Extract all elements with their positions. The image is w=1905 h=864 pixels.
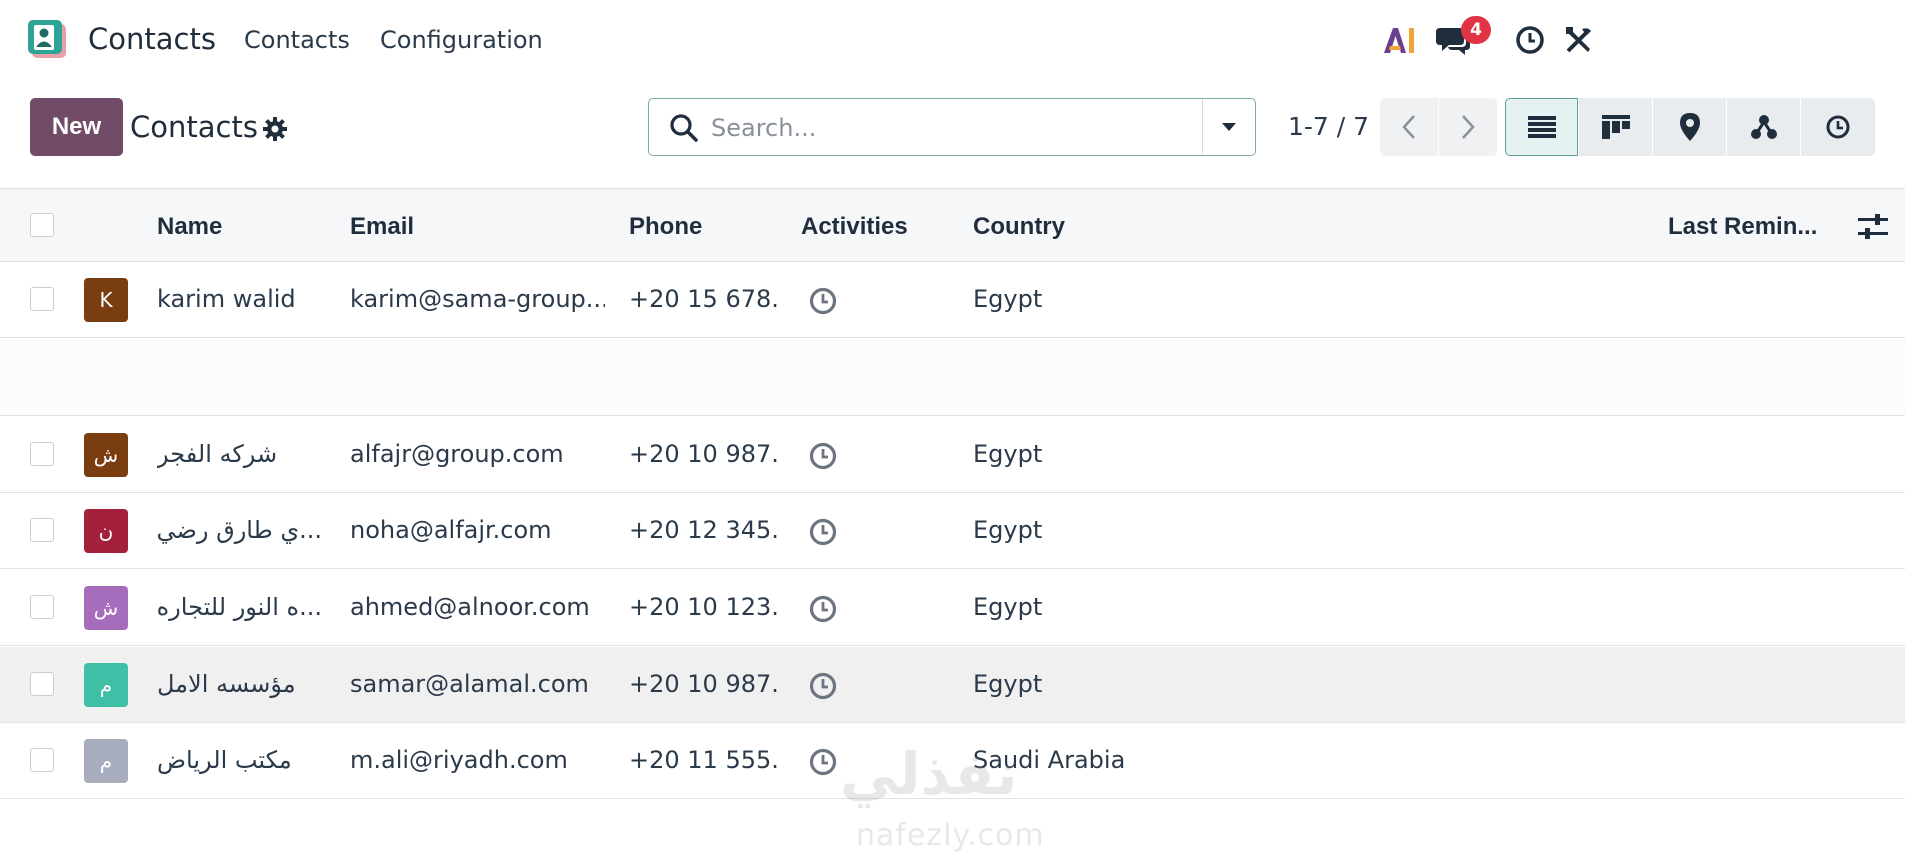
contact-country: Egypt [973, 516, 1043, 544]
column-header-country[interactable]: Country [973, 213, 1065, 241]
pager-previous-button[interactable] [1380, 98, 1438, 156]
table-row[interactable]: ش ...ه النور للتجاره ahmed@alnoor.com +20 1… [0, 570, 1905, 646]
pager-value[interactable]: 1-7 / 7 [1288, 112, 1369, 141]
hierarchy-view-icon [1750, 115, 1777, 139]
pager-next-button[interactable] [1439, 98, 1497, 156]
search-icon [669, 113, 699, 143]
activity-view-button[interactable] [1801, 98, 1875, 156]
contact-country: Egypt [973, 285, 1043, 313]
contact-country: Saudi Arabia [973, 746, 1126, 774]
contact-email: ahmed@alnoor.com [350, 593, 590, 621]
row-checkbox[interactable] [30, 518, 54, 542]
contact-name: ...ه النور للتجاره [157, 593, 322, 621]
watermark-domain: nafezly.com [856, 818, 1045, 853]
list-view-icon [1527, 116, 1556, 138]
search-input[interactable] [709, 109, 1233, 147]
avatar: ش [84, 586, 128, 630]
map-view-button[interactable] [1653, 98, 1726, 156]
app-name[interactable]: Contacts [88, 22, 216, 56]
contact-country: Egypt [973, 440, 1043, 468]
menu-item-configuration[interactable]: Configuration [380, 26, 543, 54]
page-title: Contacts [130, 110, 258, 144]
kanban-view-button[interactable] [1579, 98, 1652, 156]
map-view-icon [1679, 113, 1700, 141]
avatar: ن [84, 509, 128, 553]
activity-clock-icon[interactable] [808, 671, 838, 701]
contacts-app-icon[interactable] [28, 20, 68, 60]
kanban-view-icon [1601, 115, 1630, 139]
activity-clock-icon[interactable] [808, 286, 838, 316]
activity-view-icon [1826, 115, 1850, 139]
contact-name: مؤسسه الامل [157, 670, 296, 698]
top-navbar: Contacts Contacts Configuration 4 [0, 0, 1905, 82]
avatar: K [84, 278, 128, 322]
list-view-button[interactable] [1505, 98, 1578, 156]
activity-clock-icon[interactable] [808, 594, 838, 624]
column-header-activities[interactable]: Activities [801, 213, 908, 241]
search-box [648, 98, 1256, 156]
row-checkbox[interactable] [30, 748, 54, 772]
contact-email: noha@alfajr.com [350, 516, 552, 544]
contact-name: ...ي طارق رضي [157, 516, 322, 544]
search-options-toggle[interactable] [1202, 99, 1255, 154]
contact-phone: +20 11 555... [629, 746, 781, 774]
avatar: م [84, 663, 128, 707]
contact-email: alfajr@group.com [350, 440, 564, 468]
tools-icon[interactable] [1561, 22, 1597, 58]
activity-clock-icon[interactable] [808, 441, 838, 471]
row-checkbox[interactable] [30, 442, 54, 466]
chat-badge: 4 [1461, 16, 1491, 44]
chevron-right-icon [1462, 115, 1475, 139]
table-row[interactable]: ش شركه الفجر alfajr@group.com +20 10 987...… [0, 417, 1905, 493]
contact-name: شركه الفجر [157, 440, 278, 468]
contact-email: m.ali@riyadh.com [350, 746, 568, 774]
contact-phone: +20 10 987... [629, 670, 781, 698]
gear-icon[interactable] [262, 116, 288, 142]
contact-phone: +20 10 123... [629, 593, 781, 621]
column-header-name[interactable]: Name [157, 213, 222, 241]
menu-item-contacts[interactable]: Contacts [244, 26, 350, 54]
contact-name: مكتب الرياض [157, 746, 292, 774]
contact-email: samar@alamal.com [350, 670, 589, 698]
contact-country: Egypt [973, 670, 1043, 698]
activity-clock-icon[interactable] [808, 517, 838, 547]
column-header-email[interactable]: Email [350, 213, 414, 241]
optional-columns-icon[interactable] [1858, 213, 1888, 241]
row-checkbox[interactable] [30, 595, 54, 619]
contact-name: karim walid [157, 285, 296, 313]
contact-phone: +20 10 987... [629, 440, 781, 468]
table-row[interactable]: م مؤسسه الامل samar@alamal.com +20 10 987..… [0, 647, 1905, 723]
avatar: م [84, 739, 128, 783]
table-row[interactable]: Kkarim walid karim@sama-group.... +20 15 6… [0, 262, 1905, 338]
table-row[interactable] [0, 340, 1905, 416]
hierarchy-view-button[interactable] [1727, 98, 1800, 156]
contact-phone: +20 15 678... [629, 285, 781, 313]
caret-down-icon [1222, 122, 1236, 131]
row-checkbox[interactable] [30, 287, 54, 311]
table-header: Name Email Phone Activities Country Last… [0, 188, 1905, 262]
new-button[interactable]: New [30, 98, 123, 156]
clock-icon[interactable] [1512, 22, 1548, 58]
contact-phone: +20 12 345... [629, 516, 781, 544]
select-all-checkbox[interactable] [30, 213, 54, 237]
ai-icon[interactable] [1381, 22, 1417, 58]
contact-email: karim@sama-group.... [350, 285, 605, 313]
avatar: ش [84, 433, 128, 477]
activity-clock-icon[interactable] [808, 747, 838, 777]
contact-country: Egypt [973, 593, 1043, 621]
column-header-last-reminder[interactable]: Last Remin... [1668, 213, 1817, 241]
chevron-left-icon [1402, 115, 1415, 139]
row-checkbox[interactable] [30, 672, 54, 696]
table-row[interactable]: ن ...ي طارق رضي noha@alfajr.com +20 12 345.… [0, 493, 1905, 569]
table-row[interactable]: م مكتب الرياض m.ali@riyadh.com +20 11 555..… [0, 723, 1905, 799]
column-header-phone[interactable]: Phone [629, 213, 702, 241]
